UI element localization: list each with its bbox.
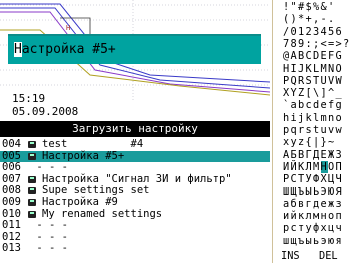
clock-date: 05.09.2008 [12,105,79,118]
palette-row[interactable]: рстуфхцч [283,222,343,234]
character-palette: !"#$%&' ()*+,-./0123456 789:;<=>? @ABCDEFG H… [272,0,350,263]
insert-button[interactable]: INS [281,250,300,262]
saved-settings-icon [28,141,36,148]
dialog-title: Загрузить настройку [0,121,270,137]
settings-list-item[interactable]: 011 - - - [0,220,270,232]
settings-slot-number: 011 [2,219,21,232]
palette-selected-char[interactable]: Н [320,160,328,173]
palette-row[interactable]: ШЩЪЫЬЭЮЯ [283,186,343,198]
palette-row[interactable]: абвгдежз [283,198,343,210]
text-cursor: Н [14,42,22,57]
saved-settings-icon [28,187,36,195]
settings-name: - - - [30,242,68,255]
name-edit-text: Настройка #5+ [14,42,116,57]
settings-slot-number: 004 [2,138,21,150]
palette-row[interactable]: АБВГДЕЖЗ [283,149,343,161]
palette-row[interactable]: hijklmno [283,112,343,124]
settings-list-item[interactable]: 008 Supe settings set [0,185,270,197]
settings-list: 004 test #4 005 Настройка #5+ 006 - - -007 На… [0,138,270,255]
palette-row[interactable]: pqrstuvw [283,124,343,136]
settings-name: - - - [30,219,68,232]
saved-settings-icon [28,152,36,160]
name-edit-field[interactable]: Настройка #5+ [8,34,261,64]
settings-slot-number: 009 [2,195,21,208]
settings-name: Настройка #9 [42,195,118,208]
palette-row[interactable]: ийклмноп [283,210,343,222]
palette-row[interactable]: @ABCDEFG [283,50,343,62]
saved-settings-icon [28,198,36,206]
palette-row[interactable]: PQRSTUVW [283,75,343,87]
main-panel: H Настройка #5+ 15:19 05.09.2008 Загрузи… [0,0,270,263]
settings-list-item[interactable]: 009 Настройка #9 [0,195,270,209]
palette-row[interactable]: шщъыьэюя [283,235,343,247]
settings-list-item[interactable]: 013 - - - [0,243,270,255]
settings-slot-number: 013 [2,242,21,255]
palette-row[interactable]: РСТУФХЦЧ [283,173,343,185]
graph-marker-label: H [66,24,70,32]
palette-row[interactable]: /0123456 [283,26,343,38]
saved-settings-icon [28,175,36,183]
palette-row[interactable]: XYZ[\]^_ [283,87,343,99]
palette-row[interactable]: ()*+,-. [283,13,336,25]
delete-button[interactable]: DEL [319,250,338,262]
palette-row[interactable]: HIJKLMNO [283,63,343,75]
palette-row[interactable]: xyz{|}~ [283,136,336,148]
settings-list-item[interactable]: 004 test #4 [0,138,270,151]
saved-settings-icon [28,210,36,218]
settings-name: test #4 [42,138,144,150]
palette-row[interactable]: 789:;<=>? [283,38,350,50]
palette-row[interactable]: !"#$%&' [283,1,336,13]
palette-row[interactable]: `abcdefg [283,99,343,111]
name-edit-rest: астройка #5+ [21,42,116,57]
clock-time: 15:19 [12,92,46,105]
device-screen: H Настройка #5+ 15:19 05.09.2008 Загрузи… [0,0,350,263]
palette-row[interactable]: ИЙКЛМНОП [283,160,343,173]
